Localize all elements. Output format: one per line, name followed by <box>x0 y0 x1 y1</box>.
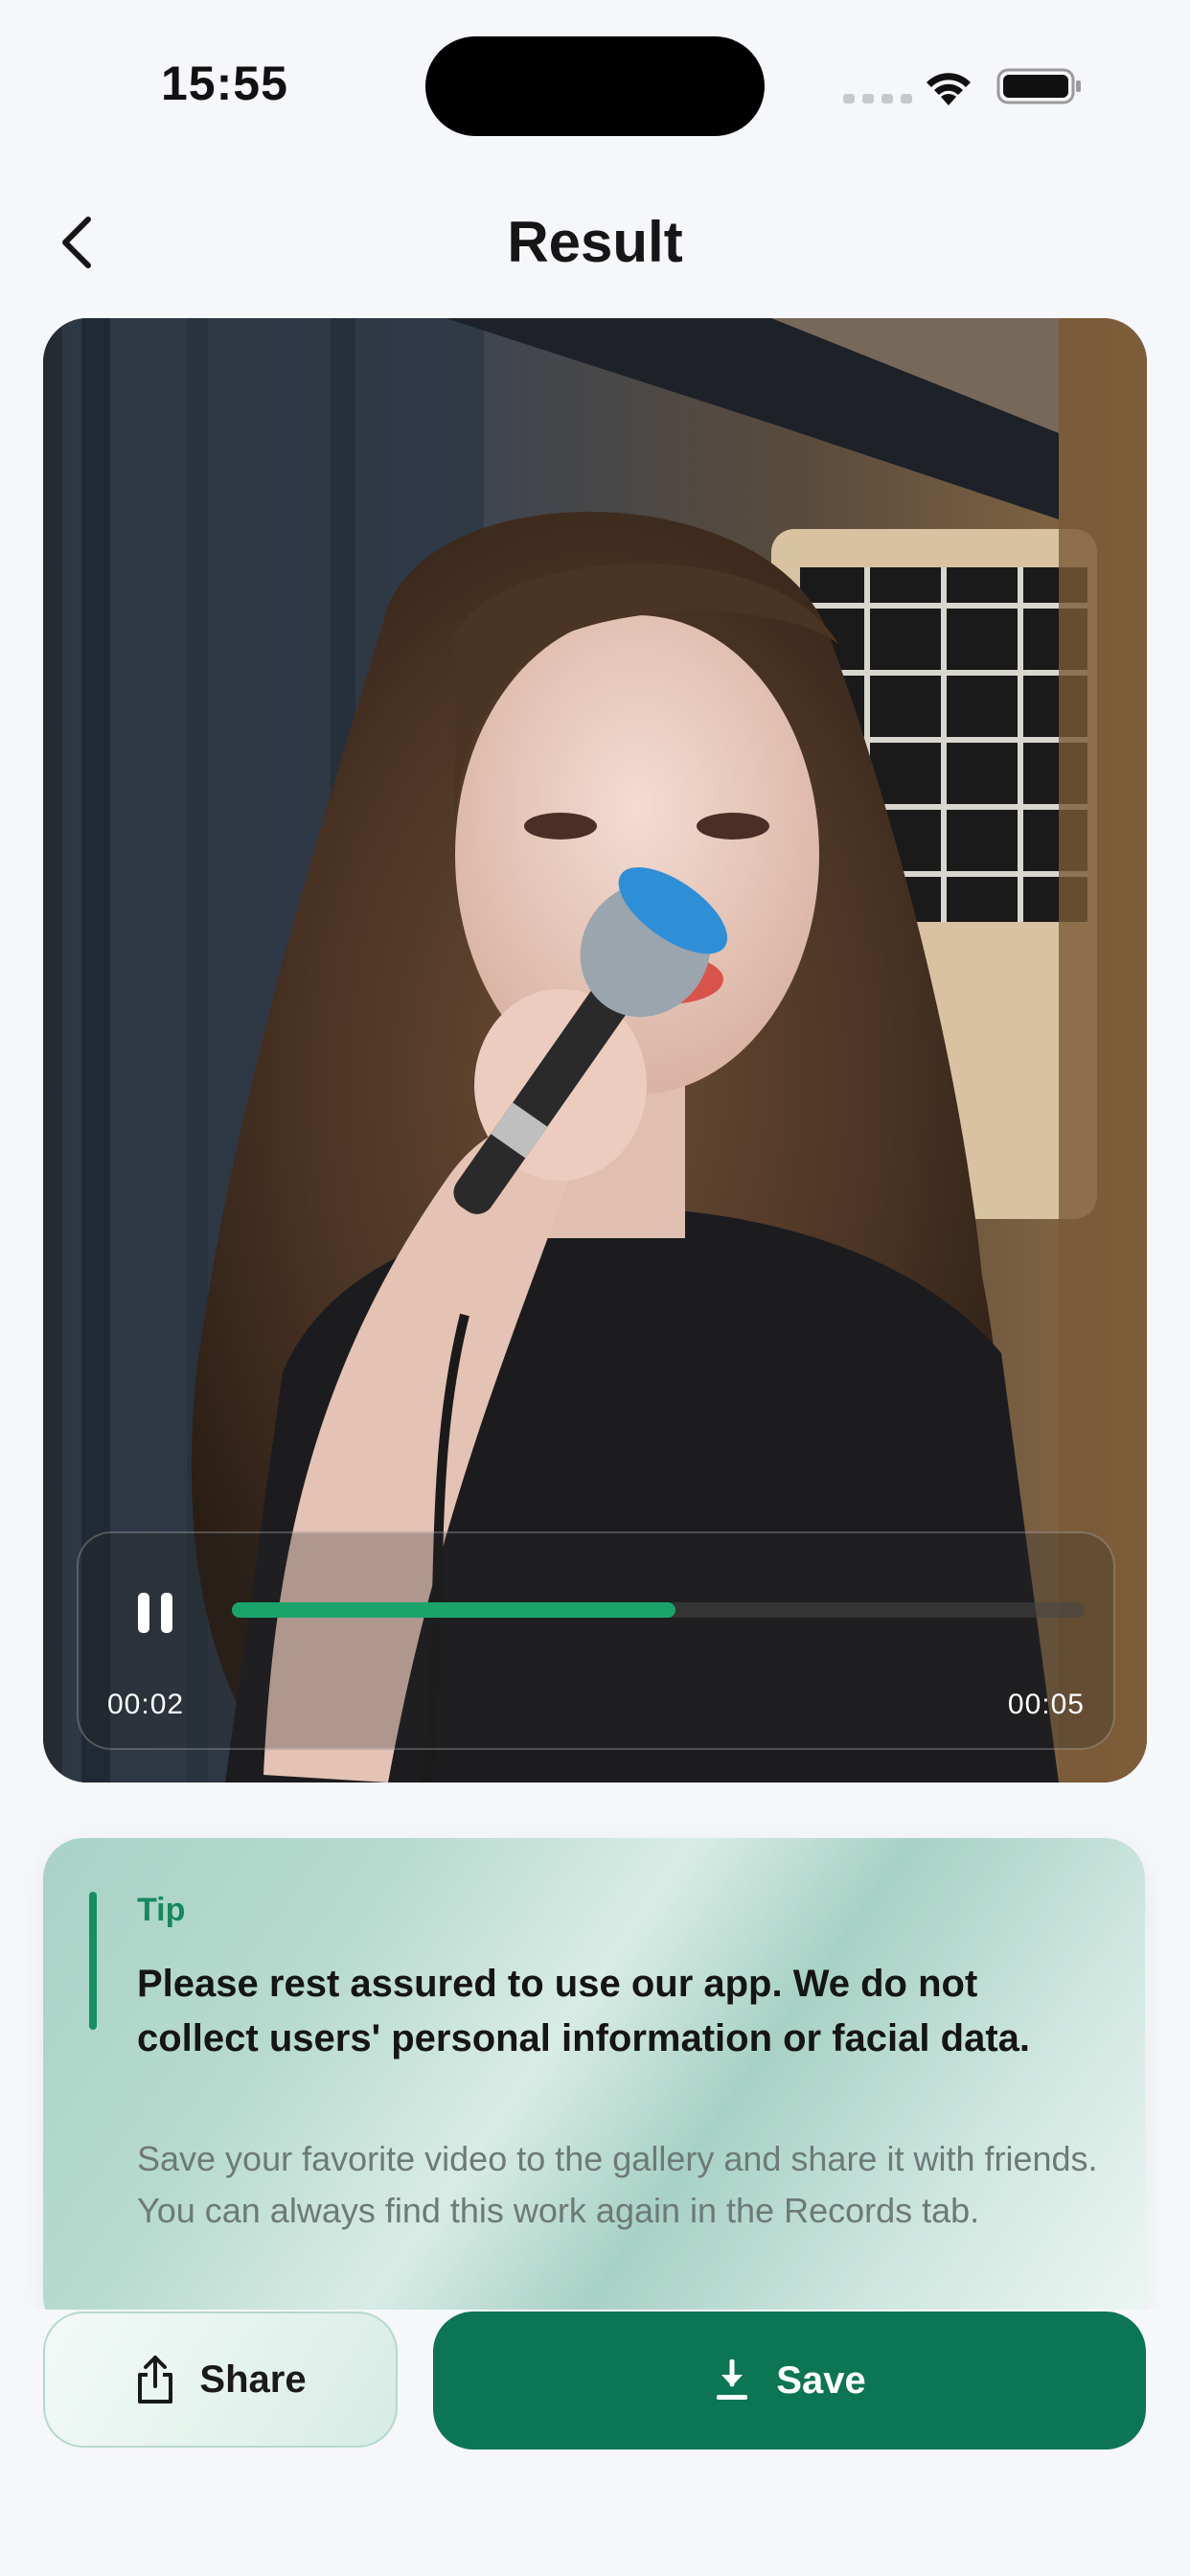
pause-button[interactable] <box>126 1581 184 1644</box>
wifi-icon <box>927 73 971 105</box>
share-icon <box>138 2356 173 2404</box>
page-title: Result <box>507 210 683 274</box>
save-button[interactable]: Save <box>433 2312 1146 2450</box>
progress-fill <box>232 1602 675 1618</box>
tip-card: Tip Please rest assured to use our app. … <box>43 1838 1145 2336</box>
cellular-signal-icon <box>843 94 912 104</box>
download-icon <box>717 2359 748 2400</box>
progress-bar[interactable] <box>232 1602 1085 1618</box>
video-player[interactable]: 00:02 00:05 <box>43 318 1147 1782</box>
playback-controls: 00:02 00:05 <box>77 1531 1115 1750</box>
tip-accent-bar <box>89 1892 97 2030</box>
result-screen: 15:55 Result 00:02 00:05 Tip Please rest… <box>0 0 1190 2576</box>
dynamic-island <box>425 36 765 136</box>
tip-label: Tip <box>137 1892 186 1928</box>
share-label: Share <box>199 2358 307 2401</box>
share-button[interactable]: Share <box>43 2312 398 2448</box>
battery-icon <box>996 68 1081 104</box>
total-time: 00:05 <box>1007 1689 1085 1720</box>
pause-icon <box>138 1593 172 1633</box>
current-time: 00:02 <box>107 1689 185 1720</box>
status-time: 15:55 <box>161 57 288 110</box>
save-label: Save <box>776 2358 866 2402</box>
tip-headline: Please rest assured to use our app. We d… <box>137 1963 1030 2059</box>
tip-body: Save your favorite video to the gallery … <box>137 2139 1098 2230</box>
